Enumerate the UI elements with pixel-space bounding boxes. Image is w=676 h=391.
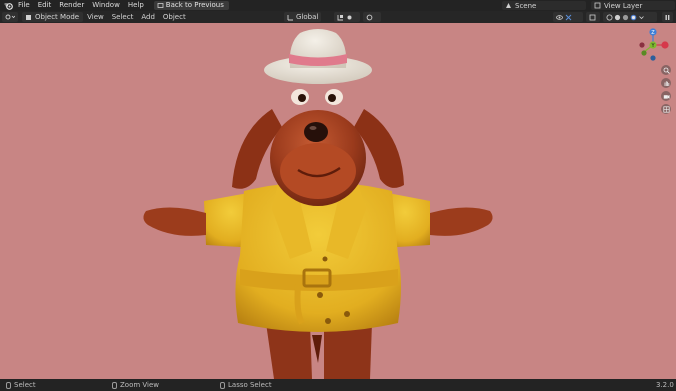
snap-icon — [337, 14, 343, 20]
view-layer-icon — [594, 2, 601, 9]
status-lasso-label: Lasso Select — [228, 381, 272, 389]
solid-shading-icon[interactable] — [614, 14, 621, 21]
view-layer-selector[interactable]: View Layer — [591, 1, 675, 10]
menu-add[interactable]: Add — [137, 11, 159, 23]
mouse-left-icon — [6, 381, 11, 389]
menu-render[interactable]: Render — [55, 0, 88, 11]
gizmo-z-label: Z — [651, 30, 655, 36]
proportional-edit-toggle[interactable] — [363, 12, 381, 22]
snap-toggle[interactable] — [334, 12, 360, 22]
status-lasso-select: Lasso Select — [220, 379, 272, 391]
right-hand — [430, 207, 493, 236]
status-select: Select — [6, 379, 36, 391]
xray-toggle[interactable] — [586, 12, 600, 22]
mouse-middle-icon — [112, 381, 117, 389]
snap-target-icon — [347, 15, 352, 19]
scene-selector[interactable]: Scene — [502, 1, 586, 10]
eye-icon — [556, 14, 563, 20]
zoom-icon[interactable] — [661, 65, 671, 75]
menu-help[interactable]: Help — [124, 0, 148, 11]
editor-type-icon[interactable] — [2, 12, 18, 22]
transform-orientation-dropdown[interactable]: Global — [284, 12, 322, 22]
dog-eyes — [291, 89, 343, 105]
scene-name: Scene — [515, 1, 537, 10]
gizmo-icon — [565, 14, 572, 20]
hand-pan-icon[interactable] — [661, 78, 671, 88]
camera-icon[interactable] — [661, 91, 671, 101]
transform-orientation-icon — [287, 14, 293, 20]
top-menu-bar: File Edit Render Window Help Back to Pre… — [0, 0, 676, 11]
scene-icon — [506, 3, 511, 8]
proportional-edit-icon — [366, 14, 373, 20]
object-mode-dropdown[interactable]: Object Mode — [22, 12, 84, 22]
object-mode-icon — [26, 14, 31, 20]
status-bar: Select Zoom View Lasso Select 3.2.0 — [0, 379, 676, 391]
gizmo-x-axis — [661, 41, 669, 49]
menu-file[interactable]: File — [14, 0, 34, 11]
transform-orientation-label: Global — [296, 13, 319, 21]
view-layer-name: View Layer — [604, 1, 643, 10]
xray-icon — [589, 14, 596, 20]
back-arrow-icon — [157, 3, 164, 8]
left-hand — [143, 207, 206, 236]
navigation-gizmo[interactable]: Z Y — [636, 26, 670, 64]
status-zoom-label: Zoom View — [120, 381, 160, 389]
object-mode-label: Object Mode — [35, 13, 80, 21]
status-select-label: Select — [14, 381, 36, 389]
blender-logo-icon[interactable] — [2, 0, 14, 11]
menu-window[interactable]: Window — [88, 0, 124, 11]
dog-nose — [304, 122, 328, 142]
back-to-previous-button[interactable]: Back to Previous — [153, 1, 229, 10]
wireframe-shading-icon[interactable] — [606, 14, 613, 21]
sidebar-toggle[interactable] — [662, 12, 673, 22]
menu-select[interactable]: Select — [108, 11, 138, 23]
version-label: 3.2.0 — [656, 381, 674, 389]
white-hat — [264, 29, 372, 84]
pause-icon — [665, 14, 670, 20]
grid-icon[interactable] — [661, 104, 671, 114]
menu-edit[interactable]: Edit — [34, 0, 56, 11]
rendered-shading-icon[interactable] — [630, 14, 637, 21]
shading-mode-buttons[interactable] — [603, 12, 657, 22]
shading-options-icon[interactable] — [638, 14, 645, 21]
mouse-right-icon — [220, 381, 225, 389]
back-to-previous-label: Back to Previous — [165, 1, 224, 9]
dog-character-render — [143, 29, 493, 379]
menu-object[interactable]: Object — [159, 11, 190, 23]
status-zoom-view: Zoom View — [112, 379, 159, 391]
3d-viewport[interactable]: Z Y — [0, 23, 676, 379]
menu-view[interactable]: View — [83, 11, 108, 23]
visibility-gizmo-toggles[interactable] — [553, 12, 583, 22]
viewport-header: Object Mode View Select Add Object Globa… — [0, 11, 676, 23]
material-shading-icon[interactable] — [622, 14, 629, 21]
